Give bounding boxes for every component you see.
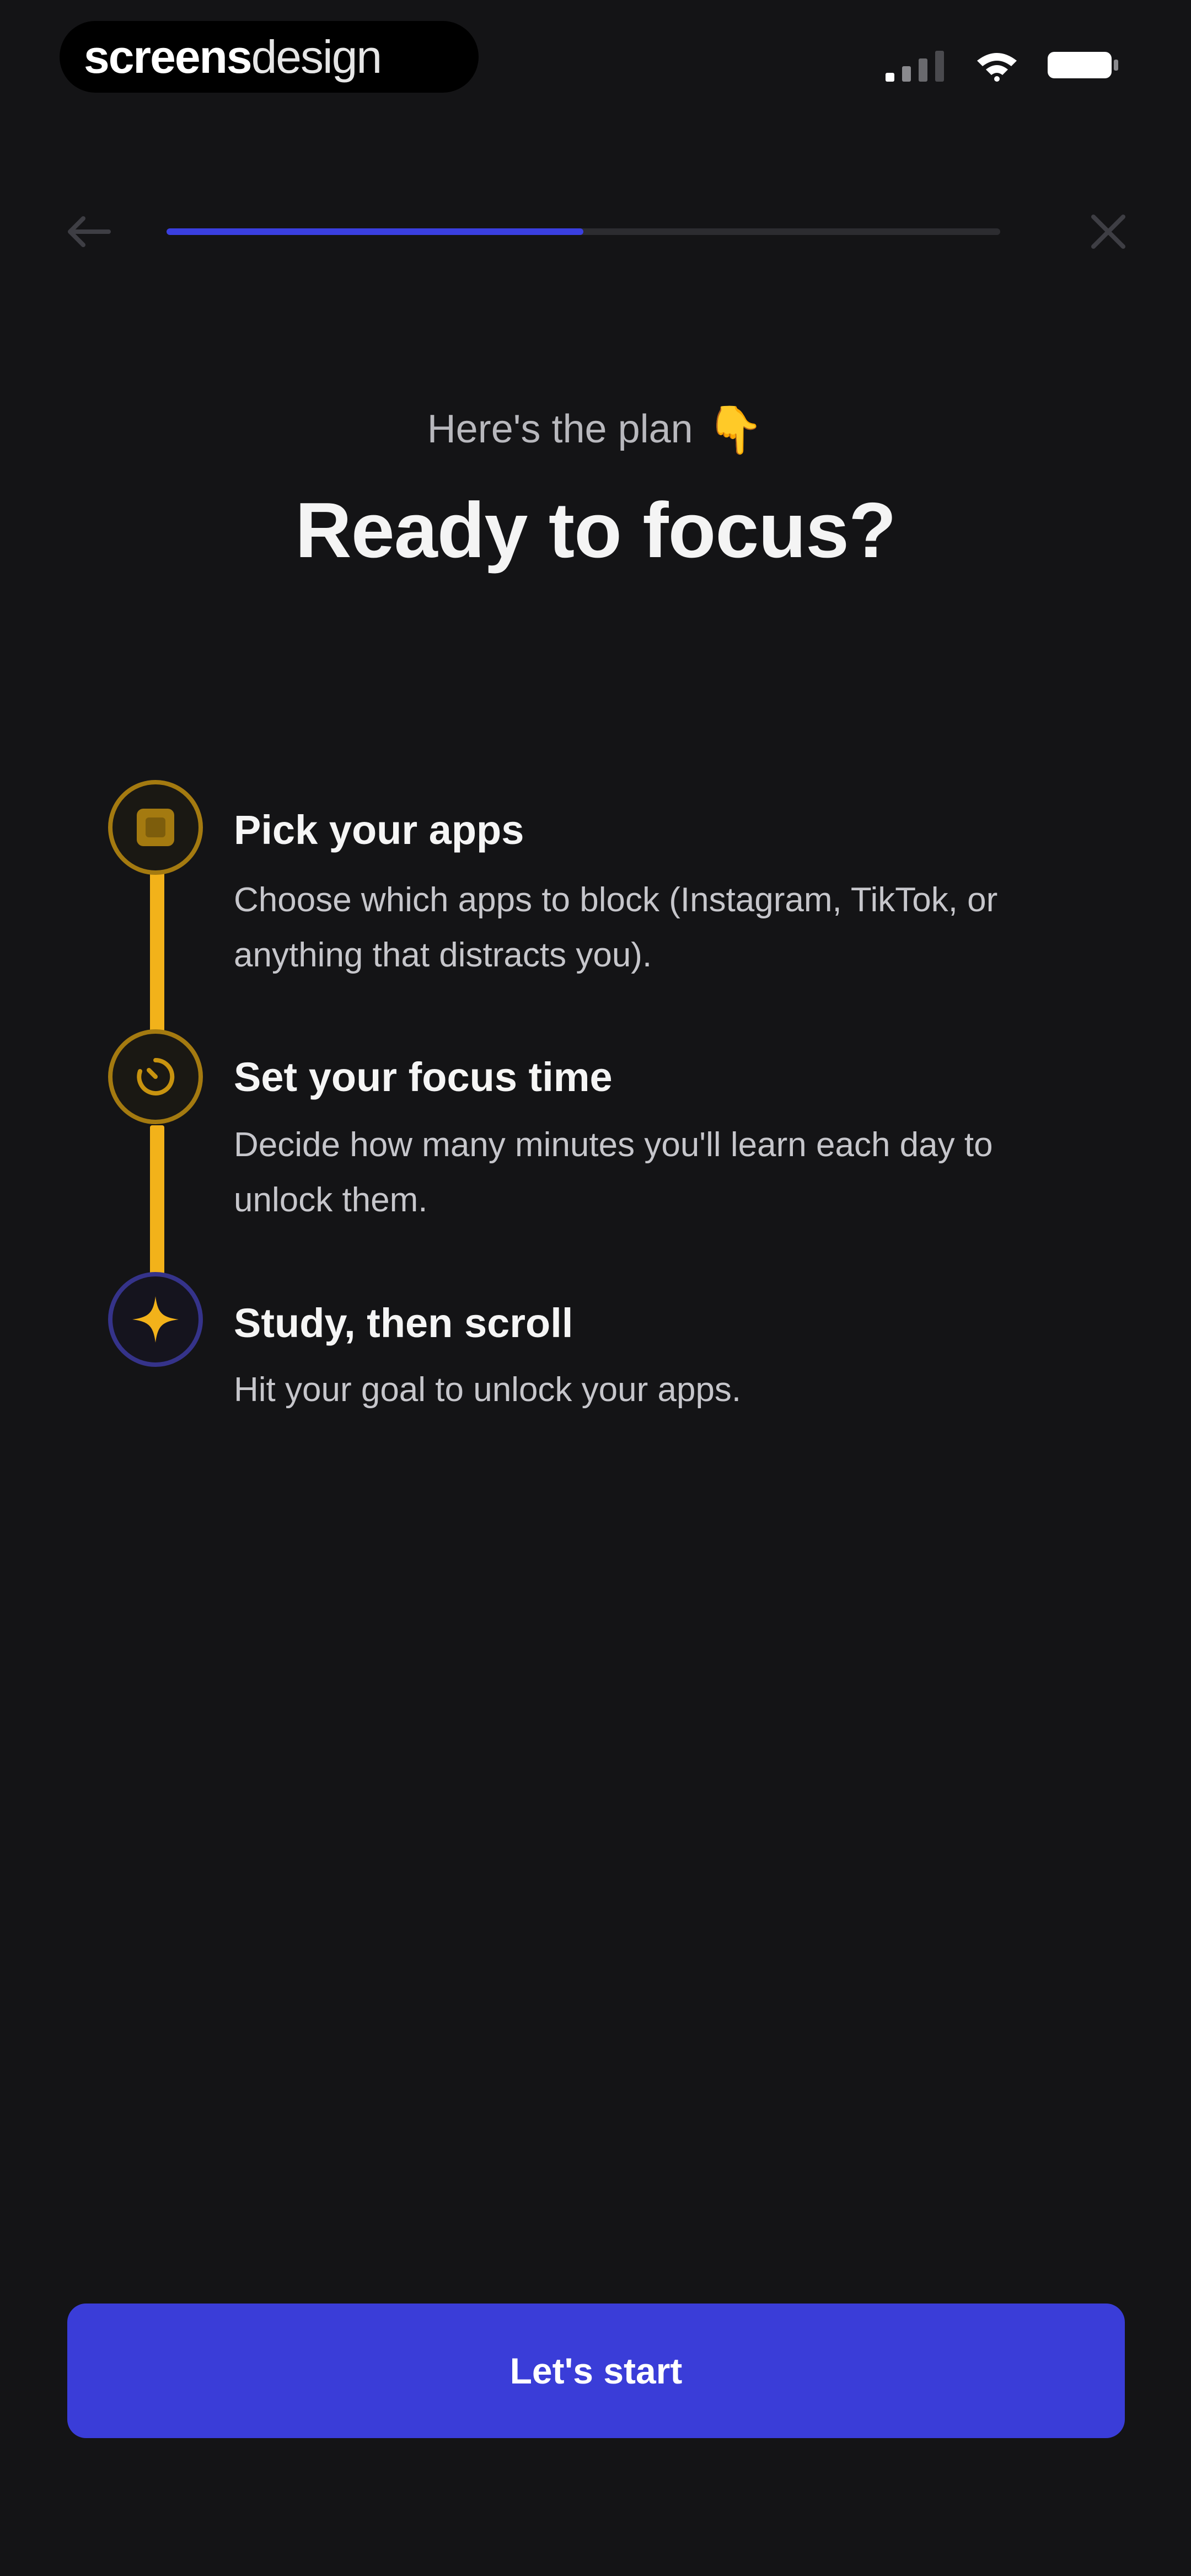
timeline-connector xyxy=(150,1125,164,1291)
lets-start-button[interactable]: Let's start xyxy=(67,2304,1125,2438)
back-button[interactable] xyxy=(55,204,121,259)
battery-icon xyxy=(1048,52,1118,78)
plan-steps: Pick your apps Choose which apps to bloc… xyxy=(0,772,1191,1434)
arrow-left-icon xyxy=(68,216,111,247)
step-2-badge xyxy=(108,1029,203,1124)
app-grid-icon xyxy=(137,809,174,846)
progress-bar xyxy=(167,228,1000,235)
cellular-signal-icon xyxy=(886,51,944,82)
pointing-down-icon: 👇 xyxy=(706,404,764,456)
brand-text-light: design xyxy=(251,30,383,83)
close-button[interactable] xyxy=(1075,204,1141,259)
step-title: Pick your apps xyxy=(234,807,524,853)
step-title: Set your focus time xyxy=(234,1054,613,1100)
step-description: Hit your goal to unlock your apps. xyxy=(234,1371,742,1409)
step-1-badge xyxy=(108,780,203,875)
step-description: Choose which apps to block (Instagram, T… xyxy=(234,881,998,974)
timer-icon xyxy=(137,1057,175,1095)
step-3-badge xyxy=(108,1272,203,1367)
brand-watermark: screensdesign xyxy=(60,21,479,93)
page-title: Ready to focus? xyxy=(295,487,897,574)
step-title: Study, then scroll xyxy=(234,1300,573,1346)
brand-text: screensdesign xyxy=(84,30,383,84)
wifi-icon xyxy=(977,53,1017,82)
close-icon xyxy=(1091,215,1125,249)
top-nav xyxy=(0,199,1191,265)
eyebrow-label: Here's the plan xyxy=(427,407,693,451)
progress-fill xyxy=(167,228,583,235)
onboarding-plan-screen: screensdesign Here's the plan 👇 Ready to… xyxy=(0,0,1191,2576)
brand-text-bold: screens xyxy=(84,30,253,83)
sparkle-icon xyxy=(132,1296,179,1343)
status-bar: screensdesign xyxy=(0,0,1191,127)
timeline-connector xyxy=(150,872,164,1037)
status-icons xyxy=(886,49,1119,82)
eyebrow-text: Here's the plan 👇 xyxy=(0,403,1191,457)
step-description: Decide how many minutes you'll learn eac… xyxy=(234,1126,993,1219)
